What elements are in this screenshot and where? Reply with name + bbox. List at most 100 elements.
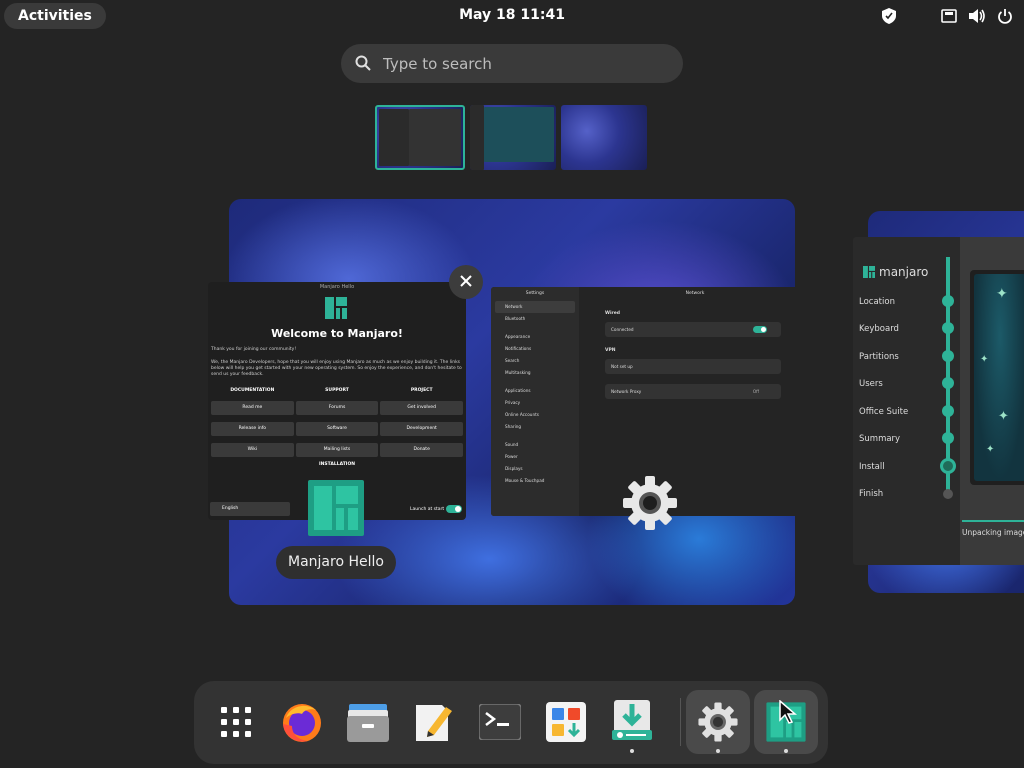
vpn-section-label: VPN (605, 348, 616, 353)
settings-sidebar-title: Settings (525, 291, 545, 296)
sidebar-item-mouse-touchpad[interactable]: Mouse & Touchpad (491, 475, 579, 487)
text-editor-launcher[interactable] (402, 690, 466, 754)
running-indicator (784, 749, 788, 753)
settings-sidebar: Settings Network Bluetooth Appearance No… (491, 287, 579, 516)
sidebar-item-sound[interactable]: Sound (491, 439, 579, 451)
shield-icon[interactable] (880, 7, 898, 25)
grid-icon (221, 707, 251, 737)
development-button[interactable]: Development (380, 422, 464, 436)
system-tray[interactable] (880, 7, 1014, 25)
step-dot (942, 350, 954, 362)
sidebar-item-appearance[interactable]: Appearance (491, 331, 579, 343)
software-launcher[interactable] (534, 690, 598, 754)
sidebar-item-applications[interactable]: Applications (491, 385, 579, 397)
step-summary: Summary (859, 434, 901, 444)
step-partitions: Partitions (859, 352, 899, 362)
software-icon (546, 702, 586, 742)
wired-section-label: Wired (605, 311, 620, 316)
step-dot (942, 322, 954, 334)
running-indicator (630, 749, 634, 753)
release-info-button[interactable]: Release info (211, 422, 294, 436)
network-proxy-row[interactable]: Network Proxy Off (605, 384, 781, 399)
installation-label: INSTALLATION (318, 462, 356, 467)
manjaro-logo-icon (325, 297, 347, 319)
settings-main: Network Wired Connected VPN Not set up N… (579, 287, 811, 516)
files-icon (347, 704, 389, 742)
show-apps-button[interactable] (204, 690, 268, 754)
firefox-launcher[interactable] (270, 690, 334, 754)
terminal-launcher[interactable] (468, 690, 532, 754)
step-users: Users (859, 379, 883, 389)
install-icon (612, 700, 652, 740)
terminal-icon (479, 704, 521, 740)
top-bar: Activities May 18 11:41 (0, 0, 1024, 32)
clock[interactable]: May 18 11:41 (0, 7, 1024, 23)
search-input[interactable] (383, 44, 663, 83)
step-finish: Finish (859, 489, 884, 499)
sidebar-item-online-accounts[interactable]: Online Accounts (491, 409, 579, 421)
launch-at-start-toggle[interactable] (446, 505, 462, 513)
installer-launcher[interactable] (600, 690, 664, 754)
manjaro-hello-app-icon (306, 478, 366, 538)
step-office-suite: Office Suite (859, 407, 909, 417)
hello-intro: Thank you for joining our community! (211, 347, 297, 352)
search-box[interactable] (341, 44, 683, 83)
get-involved-button[interactable]: Get involved (380, 401, 464, 415)
install-progress-bar (962, 520, 1024, 522)
software-button[interactable]: Software (295, 422, 379, 436)
files-launcher[interactable] (336, 690, 400, 754)
forums-button[interactable]: Forums (295, 401, 379, 415)
donate-button[interactable]: Donate (380, 443, 464, 457)
vpn-row[interactable]: Not set up (605, 359, 781, 374)
installer-window[interactable]: manjaro Location Keyboard Partitions Use… (853, 237, 1024, 565)
mailing-lists-button[interactable]: Mailing lists (295, 443, 379, 457)
sidebar-item-displays[interactable]: Displays (491, 463, 579, 475)
dock-separator (680, 698, 681, 746)
network-proxy-status: Off (752, 389, 759, 394)
workspace-thumbnail-1[interactable] (375, 105, 465, 170)
hello-heading: Welcome to Manjaro! (271, 327, 403, 340)
settings-app-icon (621, 474, 679, 532)
sidebar-item-privacy[interactable]: Privacy (491, 397, 579, 409)
wired-connection-row[interactable]: Connected (605, 322, 781, 337)
workspace-thumbnail-3[interactable] (561, 105, 647, 170)
support-column: SUPPORT Forums Software Mailing lists (295, 387, 380, 464)
sidebar-item-power[interactable]: Power (491, 451, 579, 463)
close-icon (459, 273, 473, 292)
sidebar-item-network[interactable]: Network (495, 301, 575, 313)
read-me-button[interactable]: Read me (211, 401, 294, 415)
step-dot (942, 405, 954, 417)
sidebar-item-search[interactable]: Search (491, 355, 579, 367)
step-location: Location (859, 297, 895, 307)
sidebar-item-sharing[interactable]: Sharing (491, 421, 579, 433)
sidebar-item-bluetooth[interactable]: Bluetooth (491, 313, 579, 325)
sidebar-item-multitasking[interactable]: Multitasking (491, 367, 579, 379)
wired-status: Connected (611, 327, 634, 332)
volume-icon[interactable] (968, 7, 986, 25)
hello-description: We, the Manjaro Developers, hope that yo… (211, 360, 462, 377)
settings-launcher[interactable] (686, 690, 750, 754)
window-title-label: Manjaro Hello (276, 546, 396, 579)
launch-at-start-label: Launch at start (410, 507, 445, 512)
installer-brand: manjaro (863, 265, 928, 279)
power-icon[interactable] (996, 7, 1014, 25)
wired-toggle[interactable] (753, 326, 767, 333)
installer-slideshow: ✦ ✦ ✦ ✦ (970, 270, 1024, 485)
language-select[interactable]: English (210, 502, 290, 516)
sidebar-item-notifications[interactable]: Notifications (491, 343, 579, 355)
workspace-thumbnail-2[interactable] (470, 105, 556, 170)
firefox-icon (283, 704, 321, 742)
step-dot-current (940, 458, 956, 474)
documentation-column: DOCUMENTATION Read me Release info Wiki (210, 387, 295, 464)
hello-titlebar: Manjaro Hello (319, 284, 355, 290)
step-dot (942, 295, 954, 307)
running-indicator (716, 749, 720, 753)
text-editor-icon (416, 705, 452, 741)
column-header: SUPPORT (325, 388, 349, 393)
network-proxy-label: Network Proxy (611, 389, 642, 394)
network-wired-icon[interactable] (940, 7, 958, 25)
step-dot-pending (943, 489, 953, 499)
wiki-button[interactable]: Wiki (211, 443, 294, 457)
mouse-pointer-icon (779, 699, 798, 728)
close-window-button[interactable] (449, 265, 483, 299)
